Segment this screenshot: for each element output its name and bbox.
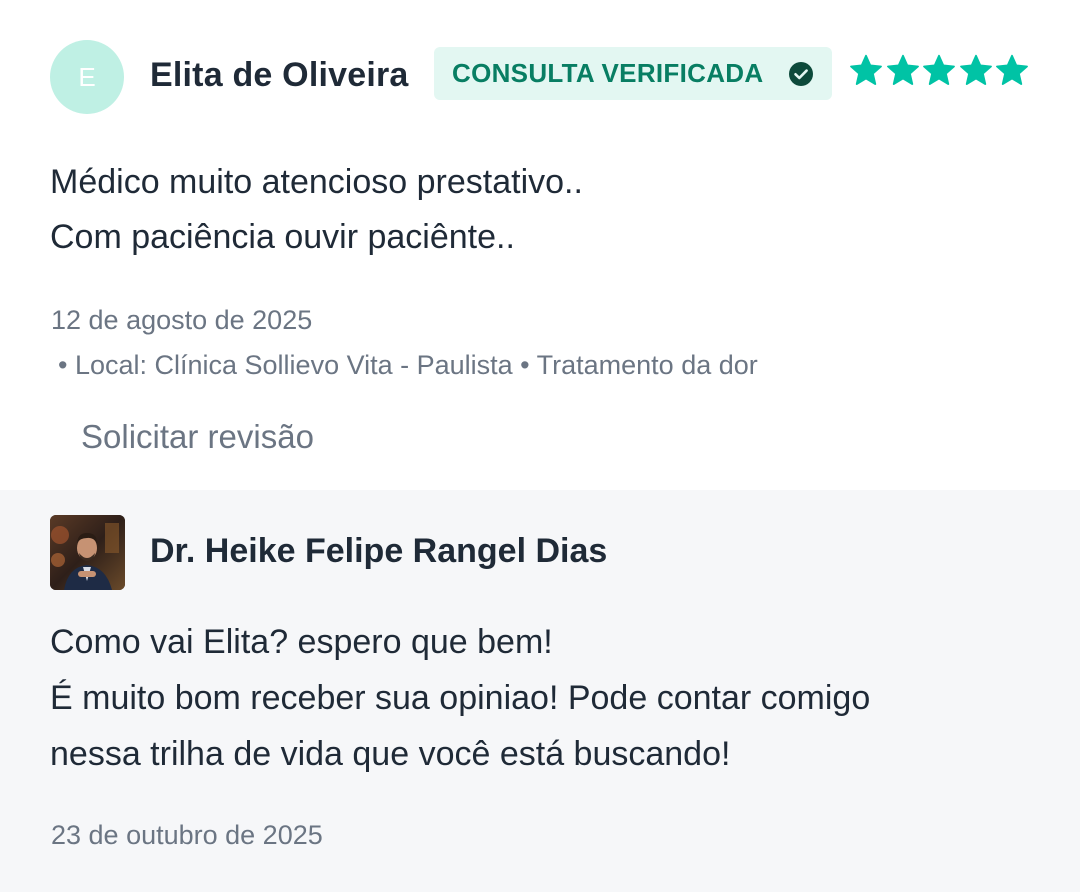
review-date: 12 de agosto de 2025: [51, 305, 313, 335]
doctor-avatar: [50, 515, 125, 590]
avatar: E: [50, 40, 124, 114]
request-revision-link[interactable]: Solicitar revisão: [81, 418, 314, 456]
review-meta: • Local: Clínica Sollievo Vita - Paulist…: [58, 350, 758, 380]
star-rating: [848, 53, 1031, 91]
review-text-line: Médico muito atencioso prestativo..: [50, 163, 583, 201]
doctor-name: Dr. Heike Felipe Rangel Dias: [150, 532, 608, 570]
verified-badge-label: CONSULTA VERIFICADA: [452, 58, 764, 88]
star-icon: [886, 54, 919, 85]
star-icon: [959, 54, 992, 85]
avatar-initial: E: [78, 61, 96, 92]
doctor-photo-image: [50, 515, 125, 590]
star-icon: [923, 54, 955, 85]
star-icon: [850, 54, 882, 85]
reply-text: Como vai Elita? espero que bem! É muito …: [50, 614, 1040, 782]
review-text: Médico muito atencioso prestativo.. Com …: [50, 155, 1030, 265]
reply-text-line: nessa trilha de vida que você está busca…: [50, 735, 731, 773]
reviewer-name: Elita de Oliveira: [150, 56, 409, 94]
doctor-reply: Dr. Heike Felipe Rangel Dias Como vai El…: [0, 490, 1080, 892]
review-card: E Elita de Oliveira CONSULTA VERIFICADA …: [0, 0, 1080, 490]
star-icon: [996, 54, 1028, 85]
reply-text-line: Como vai Elita? espero que bem!: [50, 623, 553, 661]
verified-consultation-badge: CONSULTA VERIFICADA: [434, 47, 832, 100]
check-circle-icon: [789, 62, 813, 86]
review-text-line: Com paciência ouvir paciênte..: [50, 218, 515, 256]
reply-text-line: É muito bom receber sua opiniao! Pode co…: [50, 679, 871, 717]
reply-date: 23 de outubro de 2025: [51, 820, 323, 850]
